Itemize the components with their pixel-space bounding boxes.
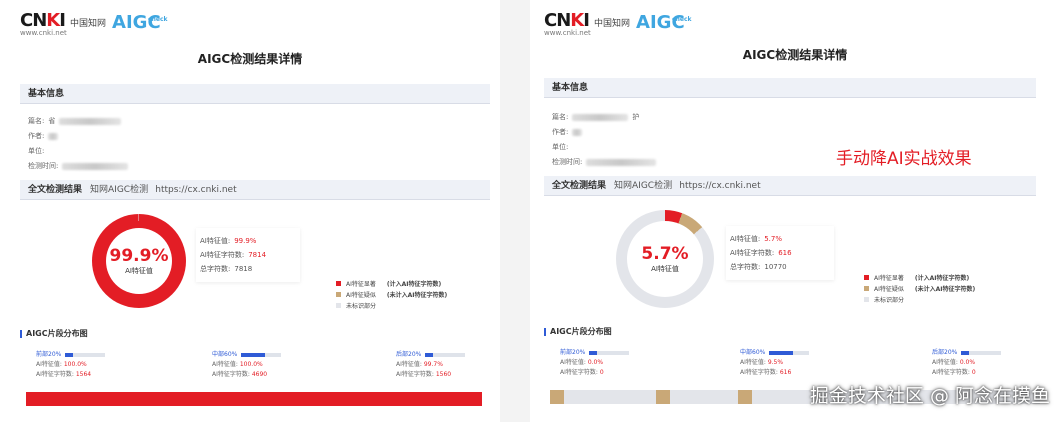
unmarked-swatch [864,297,869,302]
stats-box: AI特征值: 5.7% AI特征字符数: 616 总字符数: 10770 [726,226,834,280]
legend: AI特征显著 (计入AI特征字符数) AI特征疑似 (未计入AI特征字符数) 未标识… [864,272,975,305]
watermark: 掘金技术社区 @ 阿念在摸鱼 [809,385,1050,407]
result-header: 全文检测结果 知网AIGC检测 https://cx.cnki.net [544,176,1036,196]
cnki-url: www.cnki.net [20,29,67,37]
ai-score-value: 99.9% [109,246,169,266]
segment-middle: 中部60% AI特征值: 100.0% AI特征字符数: 4690 [212,350,282,380]
flag-swatch [336,281,341,286]
result-header: 全文检测结果 知网AIGC检测 https://cx.cnki.net [20,180,490,200]
suspect-chunk [656,390,670,404]
author-row: 作者: [552,127,583,137]
segment-back: 后部20% AI特征值: 99.7% AI特征字符数: 1560 [396,350,466,380]
redacted-title [59,117,122,125]
cnki-logo-sub: 中国知网 [70,19,107,29]
segment-back: 后部20% AI特征值: 0.0% AI特征字符数: 0 [932,348,1002,378]
ai-score-label: AI特征值 [125,267,153,275]
segment-front: 前部20% AI特征值: 100.0% AI特征字符数: 1564 [36,350,106,380]
distribution-title: AIGC片段分布图 [544,326,612,337]
redacted-time [62,162,129,170]
unmarked-swatch [336,303,341,308]
ai-score-value: 5.7% [641,244,689,264]
suspect-swatch [336,292,341,297]
distribution-title: AIGC片段分布图 [20,328,88,339]
stats-box: AI特征值: 99.9% AI特征字符数: 7814 总字符数: 7818 [196,228,300,282]
cnki-aigc-logo: CNKI 中国知网 www.cnki.net AIGC check [20,10,168,37]
redacted-author [48,132,59,140]
basic-info-header: 基本信息 [544,78,1036,98]
unit-row: 单位: [28,147,45,155]
ai-score-center: 99.9% AI特征值 [106,228,172,294]
redacted-title [572,113,629,121]
segment-front: 前部20% AI特征值: 0.0% AI特征字符数: 0 [560,348,630,378]
cnki-url: www.cnki.net [544,29,591,37]
suspect-swatch [864,286,869,291]
ai-score-label: AI特征值 [651,265,679,273]
cnki-logo-icon: CNKI [544,10,590,31]
cnki-logo-icon: CNKI [20,10,66,31]
distribution-strip [26,392,482,406]
suspect-chunk [738,390,752,404]
redacted-author [572,128,583,136]
unit-row: 单位: [552,143,569,151]
page-title: AIGC检测结果详情 [742,48,848,62]
suspect-chunk [550,390,564,404]
aigc-logo-icon: AIGC check [636,11,692,33]
author-row: 作者: [28,131,59,141]
page-title: AIGC检测结果详情 [197,52,303,66]
report-after: CNKI 中国知网 www.cnki.net AIGC check AIGC检测结… [530,0,1060,422]
overlay-caption: 手动降AI实战效果 [836,149,972,169]
basic-info-header: 基本信息 [20,84,490,104]
paper-title-row: 篇名: 护 [552,113,640,121]
check-time-row: 检测时间: [552,157,657,167]
aigc-logo-icon: AIGC check [112,11,168,33]
ai-score-center: 5.7% AI特征值 [627,221,703,297]
report-before: CNKI 中国知网 www.cnki.net AIGC check AIGC检测结… [0,0,500,422]
flag-swatch [864,275,869,280]
redacted-time [586,158,657,166]
paper-title-row: 篇名: 省 [28,116,122,126]
check-time-row: 检测时间: [28,161,129,171]
segment-middle: 中部60% AI特征值: 9.5% AI特征字符数: 616 [740,348,810,378]
cnki-aigc-logo: CNKI 中国知网 www.cnki.net AIGC check [544,10,692,37]
legend: AI特征显著 (计入AI特征字符数) AI特征疑似 (未计入AI特征字符数) 未标识… [336,278,447,311]
cnki-logo-sub: 中国知网 [594,19,631,29]
